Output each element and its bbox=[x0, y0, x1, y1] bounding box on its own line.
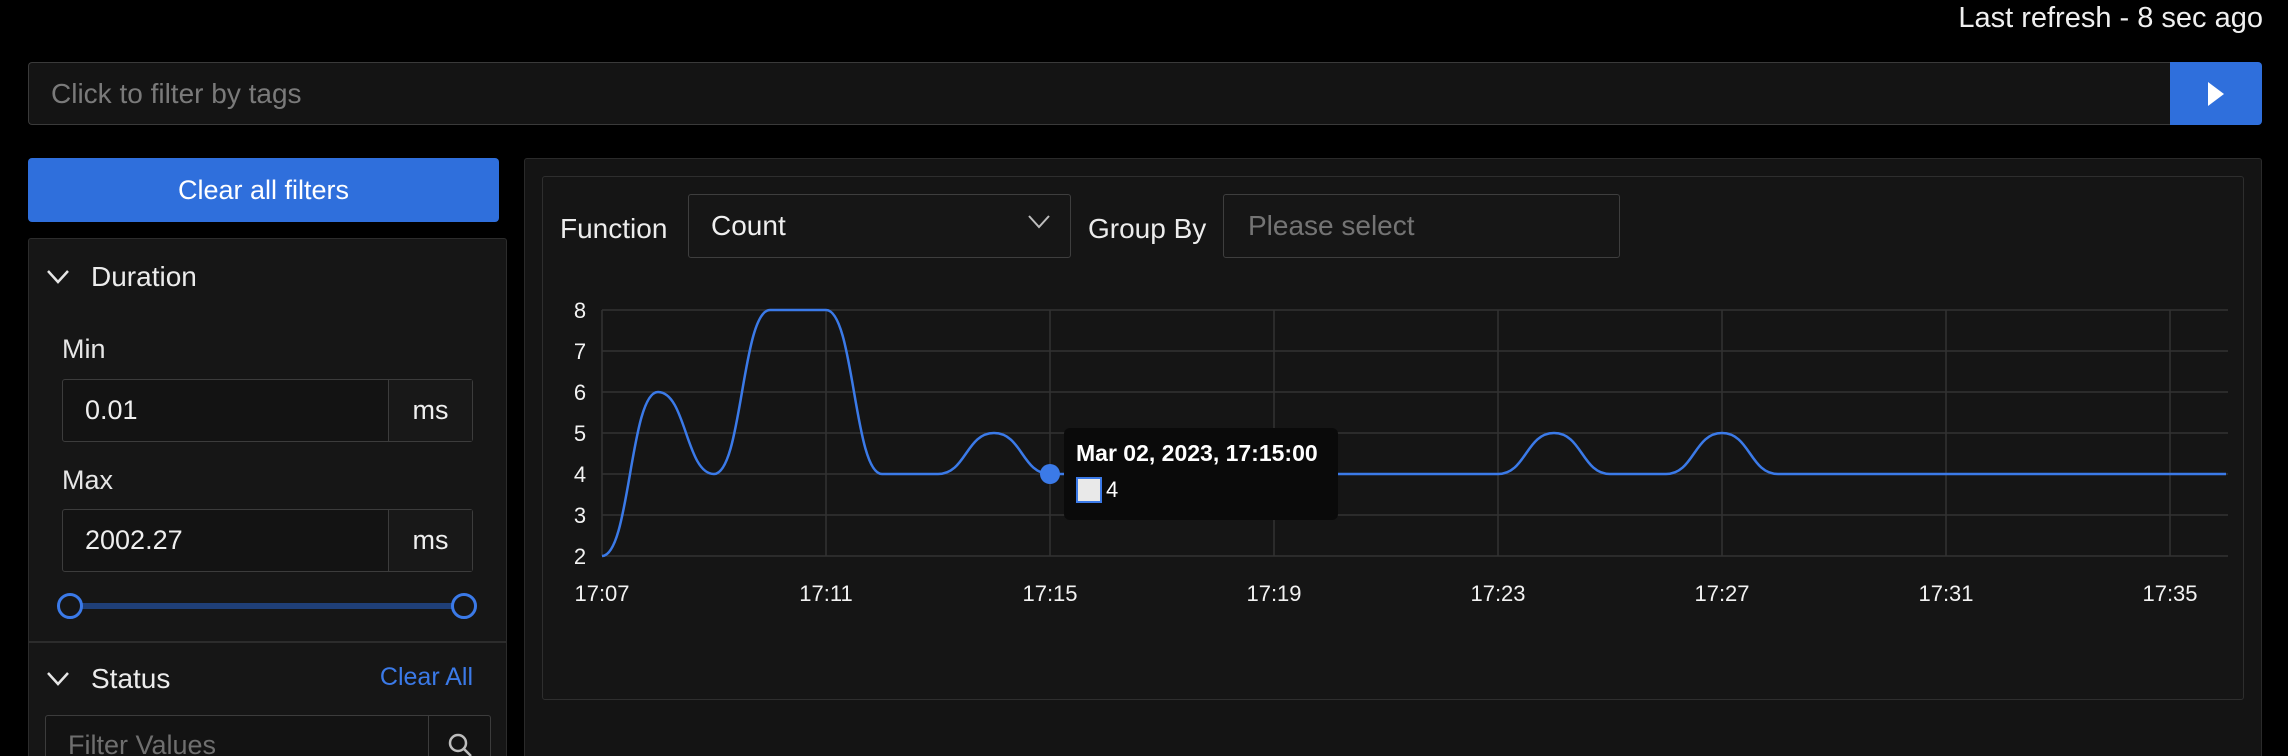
x-tick-label: 17:19 bbox=[1246, 581, 1301, 606]
x-tick-label: 17:07 bbox=[574, 581, 629, 606]
y-tick-label: 2 bbox=[574, 544, 586, 569]
highlighted-point[interactable] bbox=[1040, 464, 1060, 484]
chart-tooltip: Mar 02, 2023, 17:15:00 4 bbox=[1064, 428, 1338, 520]
count-line-chart: 2 3 4 5 6 7 8 17:07 17:11 17:15 17:19 17:23 17:27 17:… bbox=[574, 298, 2228, 606]
y-tick-label: 6 bbox=[574, 380, 586, 405]
y-tick-label: 8 bbox=[574, 298, 586, 323]
y-tick-label: 5 bbox=[574, 421, 586, 446]
x-tick-label: 17:15 bbox=[1022, 581, 1077, 606]
y-tick-label: 4 bbox=[574, 462, 586, 487]
x-tick-label: 17:35 bbox=[2142, 581, 2197, 606]
x-tick-label: 17:23 bbox=[1470, 581, 1525, 606]
x-tick-label: 17:31 bbox=[1918, 581, 1973, 606]
y-tick-label: 7 bbox=[574, 339, 586, 364]
x-tick-label: 17:27 bbox=[1694, 581, 1749, 606]
series-swatch bbox=[1076, 477, 1102, 503]
y-tick-label: 3 bbox=[574, 503, 586, 528]
x-tick-label: 17:11 bbox=[799, 581, 852, 606]
tooltip-value: 4 bbox=[1106, 477, 1119, 502]
tooltip-title: Mar 02, 2023, 17:15:00 bbox=[1076, 440, 1318, 466]
